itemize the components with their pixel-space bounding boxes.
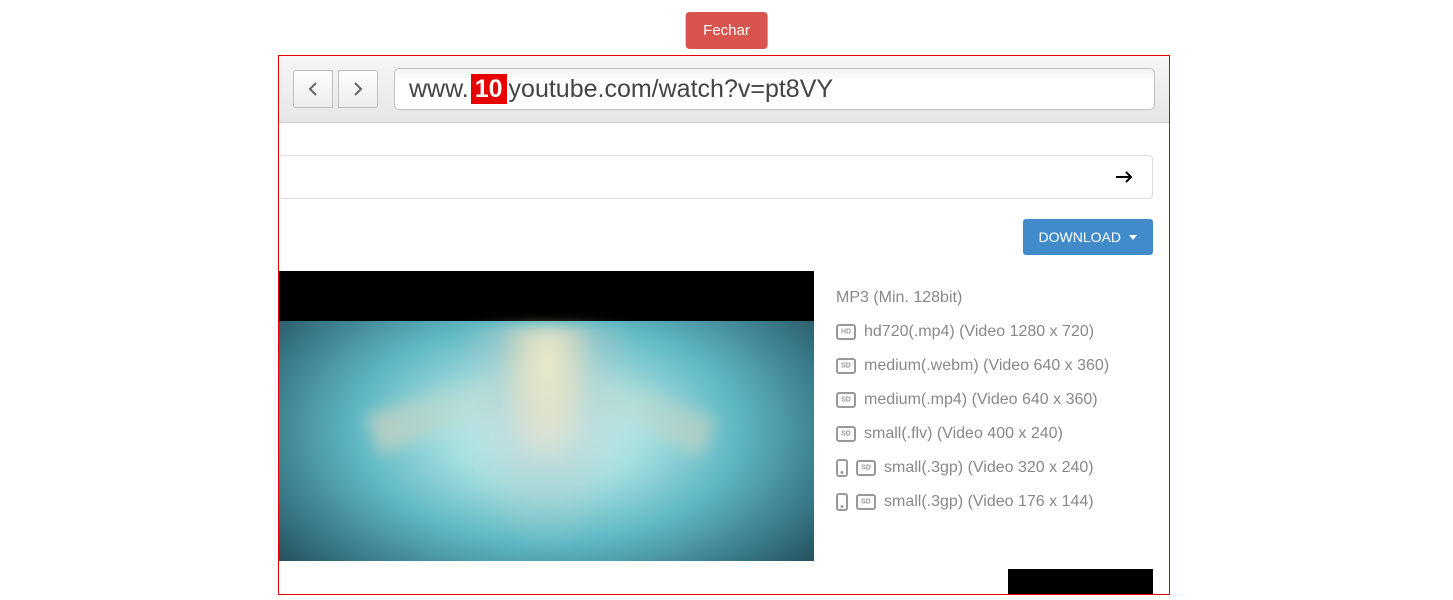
format-dropdown: MP3 (Min. 128bit) hd720(.mp4) (Video 128…: [814, 271, 1169, 561]
caret-down-icon: [1129, 235, 1137, 240]
content-area: DOWNLOAD MP3 (Min. 128bit) hd720(.mp4) (…: [279, 155, 1169, 561]
format-option-label: medium(.webm) (Video 640 x 360): [864, 357, 1109, 375]
quality-badge-icon: [836, 324, 856, 340]
media-row: MP3 (Min. 128bit) hd720(.mp4) (Video 128…: [279, 271, 1169, 561]
format-header-label: MP3 (Min. 128bit): [836, 289, 962, 307]
format-option[interactable]: small(.3gp) (Video 320 x 240): [836, 451, 1169, 485]
download-row: DOWNLOAD: [279, 199, 1169, 265]
submit-arrow-icon[interactable]: [1116, 167, 1134, 188]
download-button-label: DOWNLOAD: [1039, 229, 1121, 245]
phone-icon: [836, 493, 848, 511]
browser-toolbar: www. 10 youtube.com/watch?v=pt8VY: [279, 56, 1169, 123]
format-option-label: small(.flv) (Video 400 x 240): [864, 425, 1063, 443]
phone-icon: [836, 459, 848, 477]
format-option[interactable]: medium(.webm) (Video 640 x 360): [836, 349, 1169, 383]
search-bar[interactable]: [279, 155, 1153, 199]
url-bar[interactable]: www. 10 youtube.com/watch?v=pt8VY: [394, 68, 1155, 110]
format-option-label: small(.3gp) (Video 320 x 240): [884, 459, 1094, 477]
url-badge: 10: [471, 74, 507, 104]
quality-badge-icon: [836, 392, 856, 408]
nav-back-button[interactable]: [293, 70, 333, 108]
format-option[interactable]: small(.flv) (Video 400 x 240): [836, 417, 1169, 451]
format-option-label: medium(.mp4) (Video 640 x 360): [864, 391, 1098, 409]
format-option-label: small(.3gp) (Video 176 x 144): [884, 493, 1094, 511]
url-suffix: youtube.com/watch?v=pt8VY: [509, 75, 834, 104]
format-option[interactable]: hd720(.mp4) (Video 1280 x 720): [836, 315, 1169, 349]
format-option-label: hd720(.mp4) (Video 1280 x 720): [864, 323, 1094, 341]
format-option[interactable]: medium(.mp4) (Video 640 x 360): [836, 383, 1169, 417]
modal-frame: www. 10 youtube.com/watch?v=pt8VY DOWNLO…: [278, 55, 1170, 595]
download-button[interactable]: DOWNLOAD: [1023, 219, 1153, 255]
black-overlay: [1008, 569, 1153, 595]
quality-badge-icon: [856, 460, 876, 476]
format-option[interactable]: small(.3gp) (Video 176 x 144): [836, 485, 1169, 519]
quality-badge-icon: [836, 426, 856, 442]
close-button[interactable]: Fechar: [685, 12, 768, 49]
format-header: MP3 (Min. 128bit): [836, 281, 1169, 315]
arrow-left-icon: [308, 82, 318, 96]
quality-badge-icon: [856, 494, 876, 510]
arrow-right-icon: [353, 82, 363, 96]
quality-badge-icon: [836, 358, 856, 374]
url-prefix: www.: [409, 75, 469, 104]
video-thumbnail: [279, 271, 814, 561]
nav-forward-button[interactable]: [338, 70, 378, 108]
